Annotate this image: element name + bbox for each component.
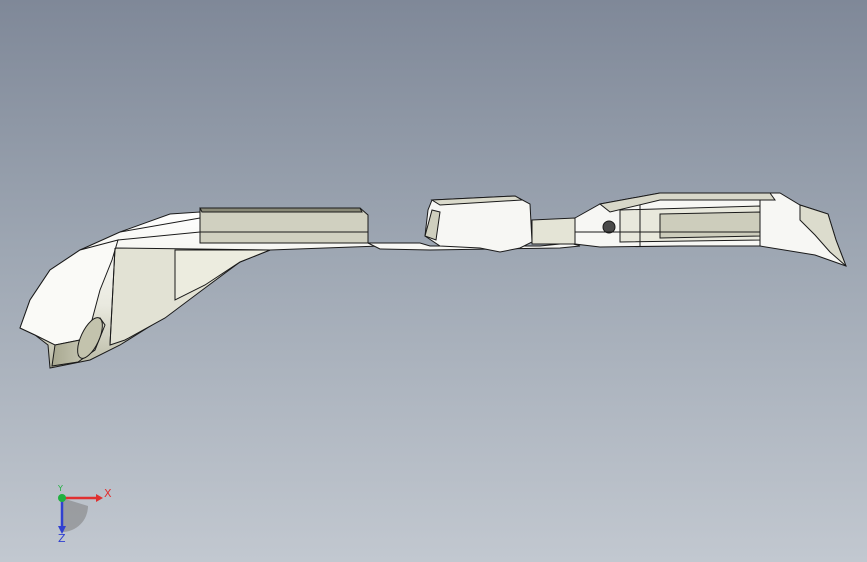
right-housing	[574, 192, 847, 267]
middle-box	[424, 195, 576, 253]
z-axis-label: Z	[58, 532, 66, 545]
x-axis-arrowhead	[96, 494, 103, 502]
left-housing	[19, 207, 381, 369]
x-axis-label: X	[104, 487, 112, 500]
3d-part-model[interactable]	[0, 0, 867, 562]
y-axis-dot	[58, 494, 66, 502]
cad-viewport[interactable]: X Y Z	[0, 0, 867, 562]
y-axis-label: Y	[58, 484, 63, 493]
axis-triad	[58, 494, 103, 534]
triad-shadow	[62, 498, 88, 532]
